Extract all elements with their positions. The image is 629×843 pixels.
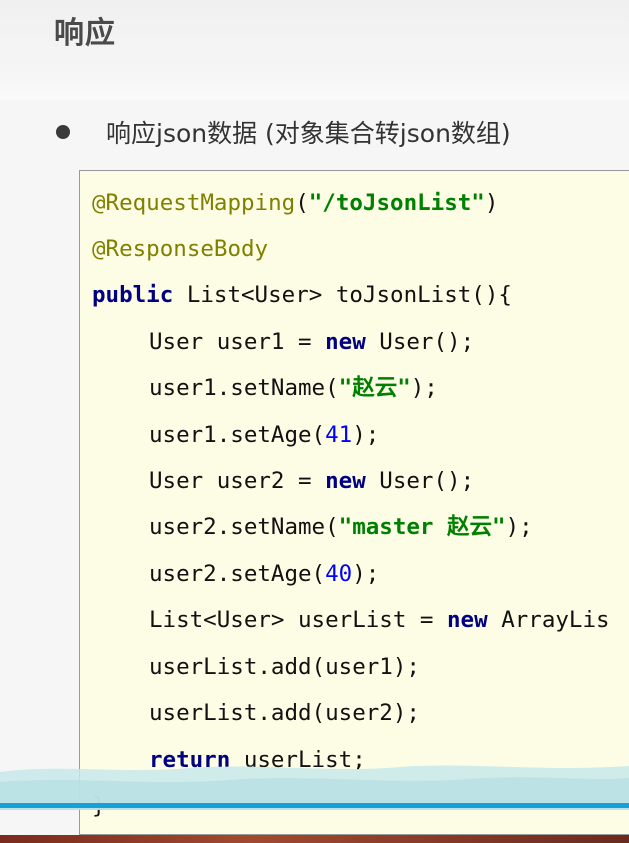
code-text: User user2 = — [149, 468, 326, 494]
bullet-dot-icon — [56, 125, 70, 139]
code-string: "/toJsonList" — [308, 190, 485, 216]
code-line-3: public List<User> toJsonList(){ — [92, 280, 512, 326]
code-block: @RequestMapping("/toJsonList") @Response… — [79, 170, 629, 835]
code-paren-open: ( — [295, 190, 309, 216]
code-text: user2.setAge( — [149, 561, 326, 587]
code-text: List<User> toJsonList(){ — [173, 282, 512, 308]
code-text: List<User> userList = — [149, 607, 448, 633]
slide-title: 响应 — [54, 16, 116, 51]
code-text: userList.add(user2); — [149, 700, 420, 726]
code-text: ); — [505, 514, 533, 540]
code-text: ); — [410, 375, 438, 401]
code-line-10: List<User> userList = new ArrayLis — [92, 605, 610, 651]
code-text: ); — [352, 422, 380, 448]
bullet-item: 响应json数据 (对象集合转json数组) — [0, 108, 629, 156]
code-line-8: user2.setName("master 赵云"); — [92, 512, 533, 558]
code-line-6: user1.setAge(41); — [92, 420, 379, 466]
code-text: userList; — [230, 747, 366, 773]
code-line-9: user2.setAge(40); — [92, 559, 379, 605]
accent-divider-line — [0, 803, 629, 808]
code-keyword: public — [92, 282, 174, 308]
code-text: userList.add(user1); — [149, 654, 420, 680]
code-text: user1.setAge( — [149, 422, 326, 448]
code-text: User(); — [365, 468, 475, 494]
code-keyword: new — [325, 468, 366, 494]
code-annotation: @RequestMapping — [92, 190, 296, 216]
code-line-12: userList.add(user2); — [92, 698, 420, 744]
code-string: "master 赵云" — [338, 514, 506, 540]
bottom-strip — [0, 835, 629, 843]
code-line-5: user1.setName("赵云"); — [92, 373, 438, 419]
code-line-2: @ResponseBody — [92, 234, 268, 280]
code-paren-close: ) — [484, 190, 499, 216]
code-text: User(); — [365, 329, 475, 355]
code-line-1: @RequestMapping("/toJsonList") — [92, 188, 498, 234]
code-text: user1.setName( — [149, 375, 339, 401]
code-annotation: @ResponseBody — [92, 236, 269, 262]
code-text: User user1 = — [149, 329, 326, 355]
code-keyword: new — [447, 607, 488, 633]
code-text: user2.setName( — [149, 514, 339, 540]
code-line-7: User user2 = new User(); — [92, 466, 474, 512]
code-line-4: User user1 = new User(); — [92, 327, 474, 373]
code-line-11: userList.add(user1); — [92, 652, 420, 698]
bullet-text: 响应json数据 (对象集合转json数组) — [106, 119, 511, 148]
code-line-13: return userList; — [92, 745, 366, 791]
code-number: 41 — [325, 422, 353, 448]
code-string: "赵云" — [338, 375, 411, 401]
code-text: ArrayLis — [487, 607, 610, 633]
code-line-14: } — [92, 791, 106, 834]
code-keyword: new — [325, 329, 366, 355]
code-text: ); — [352, 561, 380, 587]
code-keyword: return — [149, 747, 231, 773]
code-number: 40 — [325, 561, 353, 587]
